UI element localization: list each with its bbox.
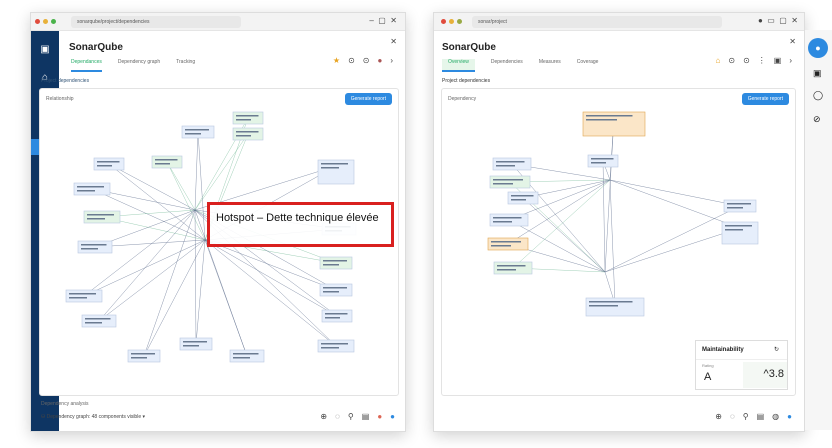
graph-node[interactable] [587, 154, 619, 168]
graph-node[interactable] [492, 157, 532, 171]
maintainability-card: Maintainability ↻ Rating A ^3.8 [695, 340, 788, 390]
node-label-line [591, 158, 614, 160]
graph-node[interactable] [489, 213, 529, 227]
node-label-line [725, 225, 752, 227]
graph-edge [604, 227, 741, 273]
graph-edge [609, 179, 616, 305]
node-label-line [493, 179, 523, 181]
refresh-icon[interactable]: ↻ [774, 346, 779, 353]
graph-edge [609, 179, 741, 207]
node-label-line [727, 207, 743, 209]
node-label-line [493, 221, 512, 223]
node-label-line [589, 305, 618, 307]
metric-value: ^3.8 [743, 362, 787, 388]
node-label-line [511, 195, 534, 197]
node-label-line [493, 217, 522, 219]
node-label-line [496, 165, 515, 167]
node-label-line [491, 245, 511, 247]
graph-node[interactable] [493, 261, 533, 275]
graph-node[interactable] [585, 297, 645, 317]
node-label-line [491, 241, 521, 243]
graph-edge [604, 205, 741, 273]
graph-node[interactable] [723, 199, 757, 213]
graph-edge [602, 160, 606, 273]
node-label-line [497, 269, 516, 271]
graph-edge [609, 179, 741, 229]
graph-node[interactable] [507, 191, 539, 205]
graph-edge [507, 179, 611, 245]
node-label-line [493, 183, 513, 185]
node-label-line [586, 119, 617, 121]
metric-grade: A [704, 371, 712, 383]
graph-node[interactable] [489, 175, 531, 189]
node-label-line [497, 265, 526, 267]
graph-node[interactable] [487, 237, 529, 251]
node-label-line [589, 301, 633, 303]
metric-label: Rating [702, 363, 714, 368]
node-label-line [586, 115, 633, 117]
node-label-line [725, 229, 743, 231]
node-label-line [496, 161, 525, 163]
node-label-line [511, 199, 526, 201]
node-label-line [727, 203, 751, 205]
node-label-line [591, 162, 606, 164]
